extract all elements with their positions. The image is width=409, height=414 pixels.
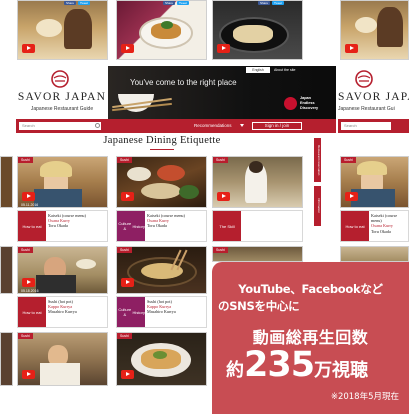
video-info-card[interactable]: How to eat Sushi (hot pot) Kappo Kurrya … bbox=[17, 296, 108, 328]
video-card[interactable]: Sushi bbox=[17, 332, 108, 386]
search-icon[interactable] bbox=[95, 123, 100, 128]
share-buttons: Share Tweet bbox=[64, 1, 90, 5]
category-tag: Sushi bbox=[341, 157, 356, 163]
category-tag: Sushi bbox=[213, 157, 228, 163]
japan-flower-icon bbox=[284, 97, 297, 110]
youtube-play-icon[interactable] bbox=[121, 44, 134, 53]
youtube-play-icon[interactable] bbox=[22, 370, 35, 379]
youtube-play-icon[interactable] bbox=[217, 44, 230, 53]
chevron-down-icon bbox=[240, 124, 244, 127]
card-category-label: Culture & History bbox=[117, 297, 145, 327]
youtube-play-icon[interactable] bbox=[217, 192, 230, 201]
video-info-card[interactable]: The Skill bbox=[212, 210, 303, 242]
japan-badge: Japan Endless Discovery bbox=[284, 96, 328, 112]
facebook-share-button[interactable]: Share bbox=[64, 1, 76, 5]
video-card[interactable]: Sushi 05.18.2016 bbox=[17, 246, 108, 294]
video-info-card[interactable]: How to eat Kaiseki (course menu) Oxana K… bbox=[17, 210, 108, 242]
youtube-play-icon[interactable] bbox=[121, 370, 134, 379]
video-info-card[interactable]: Culture & History Sushi (hot pot) Kappo K… bbox=[116, 296, 207, 328]
video-card[interactable] bbox=[17, 0, 108, 60]
hero-banner: You've come to the right place English A… bbox=[108, 66, 336, 119]
facebook-share-button[interactable]: Share bbox=[163, 1, 175, 5]
language-selector[interactable]: English bbox=[246, 67, 270, 73]
video-date: 05.11.2016 bbox=[21, 203, 39, 207]
card-details: Sushi (hot pot) Kappo Kurrya Masahiro Ku… bbox=[147, 299, 176, 315]
card-category-label: The Skill bbox=[213, 211, 241, 241]
promo-view-count: 約235万視聴 bbox=[226, 345, 369, 385]
video-card[interactable] bbox=[212, 0, 303, 60]
card-category-label: Culture & History bbox=[117, 211, 145, 241]
video-card[interactable]: Sushi bbox=[212, 246, 303, 262]
promo-line-2: のSNSを中心に bbox=[218, 299, 300, 313]
youtube-play-icon[interactable] bbox=[345, 44, 358, 53]
youtube-play-icon[interactable] bbox=[345, 192, 358, 201]
video-info-card[interactable]: How to eat Kaiseki (course menu) Oxana K… bbox=[340, 210, 409, 242]
category-tag: Sushi bbox=[18, 247, 33, 253]
video-card[interactable]: Sushi bbox=[116, 332, 207, 386]
category-tag: Sushi bbox=[213, 247, 228, 253]
card-category-label: How to eat bbox=[341, 211, 369, 241]
video-card[interactable]: Sushi bbox=[212, 156, 303, 208]
site-header: SAVOR JAPAN Japanese Restaurant Guide Yo… bbox=[16, 66, 336, 119]
title-divider bbox=[150, 149, 174, 150]
card-details: Sushi (hot pot) Kappo Kurrya Masahiro Ku… bbox=[48, 299, 77, 315]
card-details: Kaiseki (course menu) Oxana Kurry Toru O… bbox=[371, 213, 398, 234]
search-input[interactable]: Search bbox=[341, 122, 391, 130]
youtube-play-icon[interactable] bbox=[22, 278, 35, 287]
search-input[interactable]: Search bbox=[19, 122, 101, 130]
category-tag: Sushi bbox=[117, 157, 132, 163]
promo-note: ※2018年5月現在 bbox=[330, 392, 399, 402]
youtube-play-icon[interactable] bbox=[121, 192, 134, 201]
video-card[interactable] bbox=[116, 0, 207, 60]
youtube-play-icon[interactable] bbox=[22, 44, 35, 53]
hero-tagline: You've come to the right place bbox=[130, 78, 237, 87]
card-details: Kaiseki (course menu) Oxana Kurry Toru O… bbox=[147, 213, 185, 229]
video-card[interactable] bbox=[0, 246, 13, 294]
video-card[interactable]: Sushi bbox=[340, 156, 409, 208]
youtube-play-icon[interactable] bbox=[121, 278, 134, 287]
share-buttons: Share Tweet bbox=[258, 1, 284, 5]
side-tab-reservation[interactable]: Restaurant reservation bbox=[314, 138, 321, 182]
video-card[interactable] bbox=[340, 246, 409, 262]
page-title: Japanese Dining Etiquette bbox=[103, 135, 221, 146]
twitter-share-button[interactable]: Tweet bbox=[272, 1, 284, 5]
video-card[interactable]: Sushi bbox=[116, 156, 207, 208]
nav-bar: Search bbox=[338, 119, 409, 133]
about-link[interactable]: About the site bbox=[274, 67, 295, 73]
youtube-play-icon[interactable] bbox=[22, 192, 35, 201]
twitter-share-button[interactable]: Tweet bbox=[78, 1, 90, 5]
brand-tagline: Japanese Restaurant Guide bbox=[30, 106, 94, 112]
video-card[interactable] bbox=[0, 156, 13, 208]
promo-line-1: YouTube、Facebookなど bbox=[238, 282, 383, 296]
logo[interactable]: SAVOR JAPAN Japanese Restaurant Guide bbox=[16, 66, 108, 119]
video-card[interactable] bbox=[0, 332, 13, 386]
card-details: Kaiseki (course menu) Oxana Kurry Toru O… bbox=[48, 213, 86, 229]
nav-bar: Search Recommendations Sign in / join bbox=[16, 119, 336, 133]
video-card[interactable]: Sushi 05.11.2016 bbox=[17, 156, 108, 208]
promo-overlay: YouTube、Facebookなど のSNSを中心に 動画総再生回数 約235… bbox=[212, 262, 409, 414]
category-tag: Sushi bbox=[117, 247, 132, 253]
category-tag: Sushi bbox=[18, 157, 33, 163]
recommendations-menu[interactable]: Recommendations bbox=[194, 123, 232, 128]
video-info-card[interactable]: Culture & History Kaiseki (course menu) O… bbox=[116, 210, 207, 242]
sign-in-button[interactable]: Sign in / join bbox=[252, 122, 302, 130]
share-buttons: Share Tweet bbox=[163, 1, 189, 5]
logo[interactable]: SAVOR JAPAN Japanese Restaurant Gui bbox=[338, 66, 409, 119]
facebook-share-button[interactable]: Share bbox=[258, 1, 270, 5]
category-tag: Sushi bbox=[18, 333, 33, 339]
card-category-label: How to eat bbox=[18, 297, 46, 327]
video-card[interactable]: Sushi bbox=[116, 246, 207, 294]
twitter-share-button[interactable]: Tweet bbox=[177, 1, 189, 5]
card-category-label: How to eat bbox=[18, 211, 46, 241]
category-tag: Sushi bbox=[117, 333, 132, 339]
side-tab-information[interactable]: Information bbox=[314, 186, 321, 226]
video-card[interactable] bbox=[340, 0, 409, 60]
video-date: 05.18.2016 bbox=[21, 289, 39, 293]
brand-name: SAVOR JAPAN bbox=[17, 91, 107, 103]
